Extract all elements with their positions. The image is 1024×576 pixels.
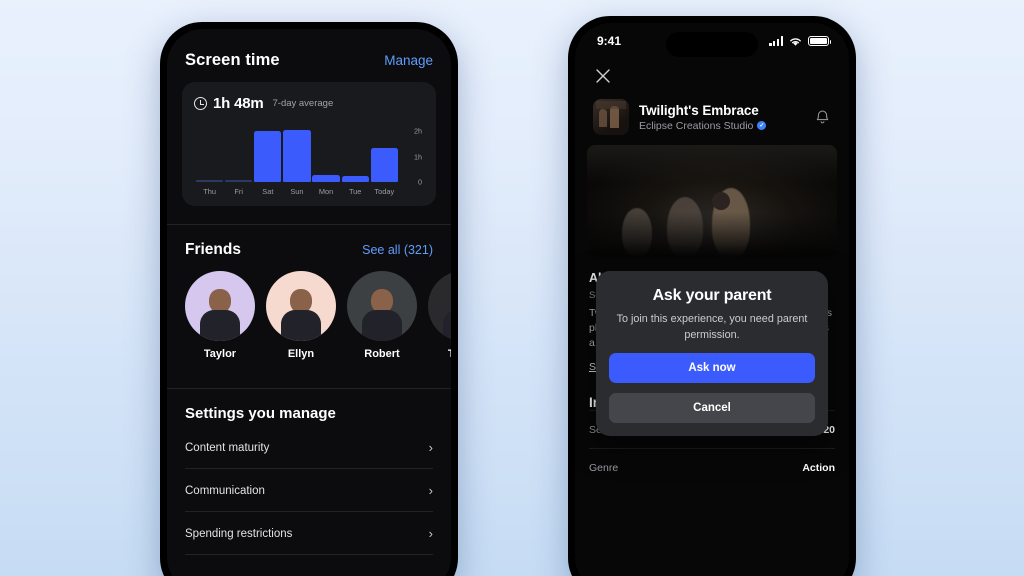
- modal-title: Ask your parent: [652, 287, 772, 304]
- chart-x-label: Sat: [262, 187, 274, 196]
- friends-header: Friends See all (321): [167, 225, 451, 271]
- game-header: Twilight's Embrace Eclipse Creations Stu…: [575, 89, 849, 145]
- notification-bell-icon[interactable]: [814, 109, 831, 126]
- chart-x-label: Mon: [318, 187, 334, 196]
- chart-bar-column: [370, 126, 398, 182]
- game-thumbnail[interactable]: [593, 99, 629, 135]
- close-icon[interactable]: [595, 68, 611, 84]
- chart-y-tick: 2h: [414, 126, 422, 136]
- phone-left-frame: Screen time Manage 1h 48m 7-day average …: [160, 22, 458, 576]
- ask-parent-modal-overlay: Ask your parent To join this experience,…: [575, 271, 849, 437]
- friend-item[interactable]: Ellyn: [266, 271, 336, 360]
- phone-left-screen: Screen time Manage 1h 48m 7-day average …: [167, 29, 451, 576]
- cancel-button[interactable]: Cancel: [609, 393, 815, 424]
- chart-bar-column: [254, 126, 282, 182]
- friend-name: Turbo: [428, 348, 451, 360]
- screen-time-total: 1h 48m: [213, 95, 264, 112]
- settings-row-label: Communication: [185, 484, 265, 497]
- phone-right-frame: 9:41 Twilight's Embrace Eclipse Creation…: [568, 16, 856, 576]
- chart-bar: [370, 147, 398, 182]
- see-all-friends-link[interactable]: See all (321): [362, 243, 433, 257]
- chart-x-label: Fri: [234, 187, 244, 196]
- friends-title: Friends: [185, 241, 241, 258]
- screen-time-summary: 1h 48m 7-day average: [194, 95, 424, 112]
- wifi-icon: [790, 37, 801, 46]
- modal-body-text: To join this experience, you need parent…: [616, 313, 808, 341]
- chevron-right-icon: ›: [428, 526, 433, 541]
- chart-y-tick: 1h: [414, 152, 422, 162]
- chart-bar: [225, 180, 253, 182]
- screen-time-bar-chart: Thu Fri Sat Sun Mon Tue Today 2h 1h 0: [194, 126, 424, 196]
- chart-bar: [312, 174, 340, 182]
- friend-item[interactable]: Turbo: [428, 271, 451, 360]
- avatar[interactable]: [266, 271, 336, 341]
- dynamic-island: [666, 32, 758, 57]
- settings-list: Content maturity › Communication › Spending …: [167, 426, 451, 555]
- chart-x-label: Today: [374, 187, 395, 196]
- chevron-right-icon: ›: [428, 483, 433, 498]
- phone-right-screen: 9:41 Twilight's Embrace Eclipse Creation…: [575, 23, 849, 576]
- chevron-right-icon: ›: [428, 440, 433, 455]
- settings-row[interactable]: Communication ›: [185, 469, 433, 512]
- chart-bar: [254, 131, 282, 182]
- settings-row-label: Content maturity: [185, 441, 270, 454]
- cellular-signal-icon: [769, 36, 783, 46]
- chart-x-labels: Thu Fri Sat Sun Mon Tue Today: [196, 187, 398, 196]
- game-developer-name: Eclipse Creations Studio: [639, 119, 754, 132]
- avatar[interactable]: [185, 271, 255, 341]
- settings-row[interactable]: Spending restrictions ›: [185, 512, 433, 555]
- chart-bar-column: [341, 126, 369, 182]
- clock-icon: [194, 97, 207, 110]
- screen-time-card[interactable]: 1h 48m 7-day average Thu Fri Sat Sun Mon Tue T…: [182, 82, 436, 206]
- friend-name: Ellyn: [287, 348, 315, 360]
- game-title: Twilight's Embrace: [639, 102, 759, 118]
- ask-now-button[interactable]: Ask now: [609, 353, 815, 384]
- ask-parent-modal: Ask your parent To join this experience,…: [596, 271, 828, 437]
- information-row: Genre Action: [589, 447, 835, 486]
- game-developer: Eclipse Creations Studio: [639, 120, 804, 132]
- page-title: Screen time: [185, 51, 280, 69]
- chart-bar: [341, 175, 369, 182]
- chart-bar-column: [312, 126, 340, 182]
- information-value: Action: [802, 461, 835, 474]
- friend-name: Taylor: [203, 348, 237, 360]
- chart-y-axis: 2h 1h 0: [400, 120, 424, 187]
- chart-bar-column: [196, 126, 224, 182]
- chart-bar-column: [225, 126, 253, 182]
- chart-bar: [196, 180, 224, 182]
- settings-row[interactable]: Content maturity ›: [185, 426, 433, 469]
- settings-title: Settings you manage: [185, 405, 336, 422]
- status-bar-time: 9:41: [597, 34, 622, 48]
- friend-item[interactable]: Robert: [347, 271, 417, 360]
- chart-x-label: Tue: [348, 187, 362, 196]
- screen-time-header: Screen time Manage: [167, 29, 451, 82]
- information-key: Genre: [589, 461, 619, 474]
- manage-link[interactable]: Manage: [384, 53, 433, 68]
- verified-badge-icon: [757, 121, 767, 130]
- battery-icon: [808, 35, 832, 47]
- chart-y-tick: 0: [418, 177, 422, 187]
- game-hero-image[interactable]: [587, 145, 837, 257]
- chart-bars: [196, 126, 398, 182]
- avatar[interactable]: [428, 271, 451, 341]
- chart-x-label: Sun: [290, 187, 304, 196]
- avatar[interactable]: [347, 271, 417, 341]
- chart-bar: [283, 129, 311, 182]
- friend-item[interactable]: Taylor: [185, 271, 255, 360]
- chart-bar-column: [283, 126, 311, 182]
- friends-list[interactable]: Taylor Ellyn Robert Turbo: [167, 271, 451, 374]
- chart-x-label: Thu: [203, 187, 216, 196]
- settings-row-label: Spending restrictions: [185, 527, 293, 540]
- screen-time-subtitle: 7-day average: [272, 98, 334, 109]
- friend-name: Robert: [364, 348, 400, 360]
